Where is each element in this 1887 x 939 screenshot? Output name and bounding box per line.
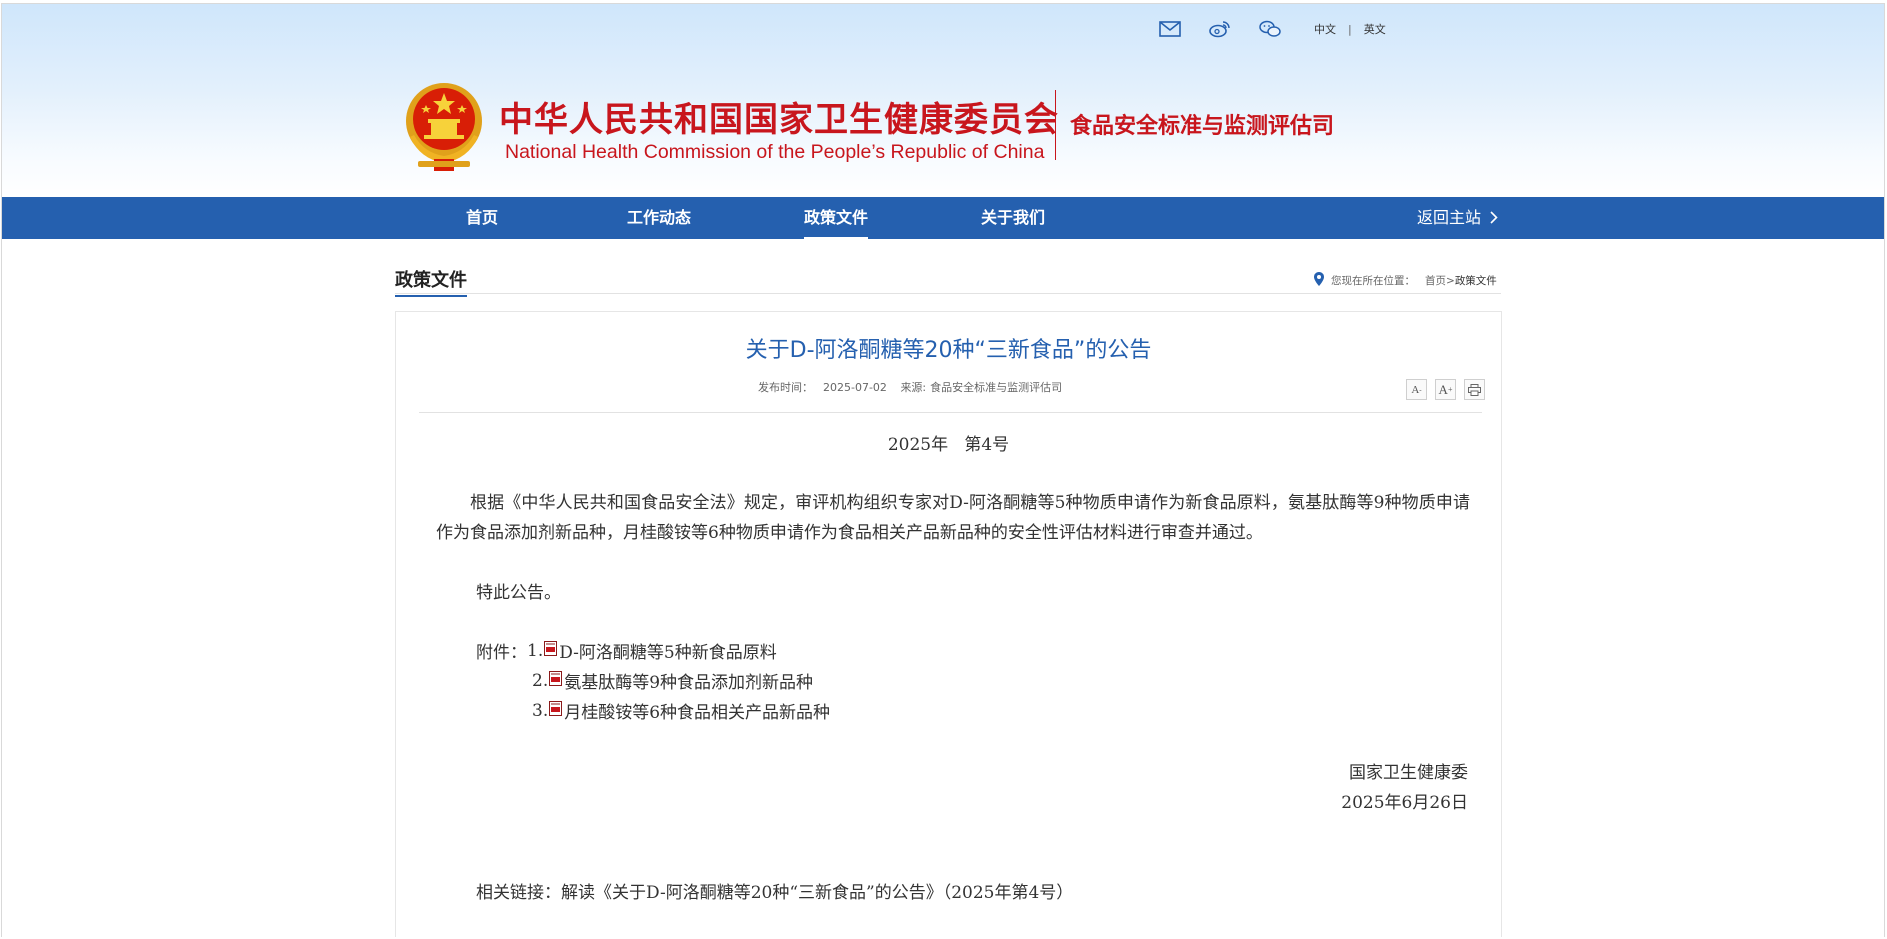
page-frame: 中文 | 英文 中华人民共和国国家卫生健康委员会 National Health… <box>1 3 1885 937</box>
font-smaller-label: A <box>1411 383 1420 396</box>
attachment-link[interactable]: 月桂酸铵等6种食品相关产品新品种 <box>564 698 830 723</box>
signature-organization: 国家卫生健康委 <box>1349 763 1468 783</box>
font-larger-label: A <box>1438 381 1448 397</box>
attachment-number: 2. <box>532 670 549 691</box>
nav-item-work-news[interactable]: 工作动态 <box>627 197 691 239</box>
publish-date: 2025-07-02 <box>823 381 887 394</box>
breadcrumb-separator: > <box>1446 274 1455 287</box>
breadcrumb-current[interactable]: 政策文件 <box>1455 273 1497 288</box>
article-tools: A- A + <box>1398 379 1485 400</box>
related-links: 相关链接：解读《关于D-阿洛酮糖等20种“三新食品”的公告》（2025年第4号） <box>476 878 1073 903</box>
department-name: 食品安全标准与监测评估司 <box>1070 114 1335 139</box>
wechat-icon[interactable] <box>1258 19 1282 39</box>
nav-item-home[interactable]: 首页 <box>466 197 498 239</box>
weibo-icon[interactable] <box>1208 19 1232 39</box>
site-header: 中文 | 英文 中华人民共和国国家卫生健康委员会 National Health… <box>2 4 1884 197</box>
font-larger-icon[interactable]: A + <box>1435 379 1456 400</box>
breadcrumb-home[interactable]: 首页 <box>1425 273 1446 288</box>
attachment-link[interactable]: D-阿洛酮糖等5种新食品原料 <box>559 638 777 663</box>
signature-date: 2025年6月26日 <box>1341 793 1468 813</box>
pdf-icon <box>544 640 558 661</box>
related-link[interactable]: 解读《关于D-阿洛酮糖等20种“三新食品”的公告》（2025年第4号） <box>561 883 1073 903</box>
back-to-main-site-link[interactable]: 返回主站 <box>1417 197 1498 239</box>
title-divider <box>1055 90 1056 160</box>
print-icon[interactable] <box>1464 379 1485 400</box>
back-to-main-site-label: 返回主站 <box>1417 208 1482 227</box>
attachment-item: 2. 氨基肽酶等9种食品添加剂新品种 <box>532 668 813 693</box>
article-paragraph: 根据《中华人民共和国食品安全法》规定，审评机构组织专家对D-阿洛酮糖等5种物质申… <box>436 493 1470 543</box>
breadcrumb: 您现在所在位置： 首页 > 政策文件 <box>1314 272 1497 289</box>
article-title: 关于D-阿洛酮糖等20种“三新食品”的公告 <box>745 338 1152 363</box>
article-panel: 关于D-阿洛酮糖等20种“三新食品”的公告 发布时间： 2025-07-02 来源… <box>395 311 1502 937</box>
main-nav-bar: 首页 工作动态 政策文件 关于我们 返回主站 <box>2 197 1884 239</box>
related-label: 相关链接： <box>476 883 561 903</box>
notice-text: 特此公告。 <box>476 583 561 603</box>
lang-chinese-link[interactable]: 中文 <box>1314 21 1336 37</box>
attachment-number: 1. <box>527 640 544 661</box>
location-pin-icon <box>1314 272 1324 289</box>
nav-item-about-us[interactable]: 关于我们 <box>981 197 1045 239</box>
chevron-right-icon <box>1489 197 1498 239</box>
attachment-item: 附件： 1. D-阿洛酮糖等5种新食品原料 <box>476 638 777 663</box>
lang-separator: | <box>1348 22 1352 36</box>
pdf-icon <box>549 670 563 691</box>
top-links: 中文 | 英文 <box>1158 18 1386 40</box>
article-meta: 发布时间： 2025-07-02 来源: 食品安全标准与监测评估司 <box>758 379 1072 395</box>
section-divider <box>395 293 1501 294</box>
article-header-divider <box>419 412 1482 413</box>
attachments-label: 附件： <box>476 643 527 663</box>
national-emblem-logo[interactable] <box>400 79 488 172</box>
font-smaller-icon[interactable]: A- <box>1406 379 1427 400</box>
attachment-item: 3. 月桂酸铵等6种食品相关产品新品种 <box>532 698 830 723</box>
source-label: 来源: <box>900 381 927 394</box>
nav-item-policy-documents[interactable]: 政策文件 <box>804 197 869 239</box>
attachment-link[interactable]: 氨基肽酶等9种食品添加剂新品种 <box>564 668 813 693</box>
lang-english-link[interactable]: 英文 <box>1364 21 1386 37</box>
site-title-english: National Health Commission of the People… <box>505 141 1045 163</box>
publish-label: 发布时间： <box>758 381 813 394</box>
pdf-icon <box>549 700 563 721</box>
breadcrumb-prefix: 您现在所在位置： <box>1331 275 1415 287</box>
document-number: 2025年 第4号 <box>887 435 1010 455</box>
mail-icon[interactable] <box>1158 19 1182 39</box>
site-title-chinese: 中华人民共和国国家卫生健康委员会 <box>499 100 1059 140</box>
source-name: 食品安全标准与监测评估司 <box>930 381 1063 394</box>
attachment-number: 3. <box>532 700 549 721</box>
